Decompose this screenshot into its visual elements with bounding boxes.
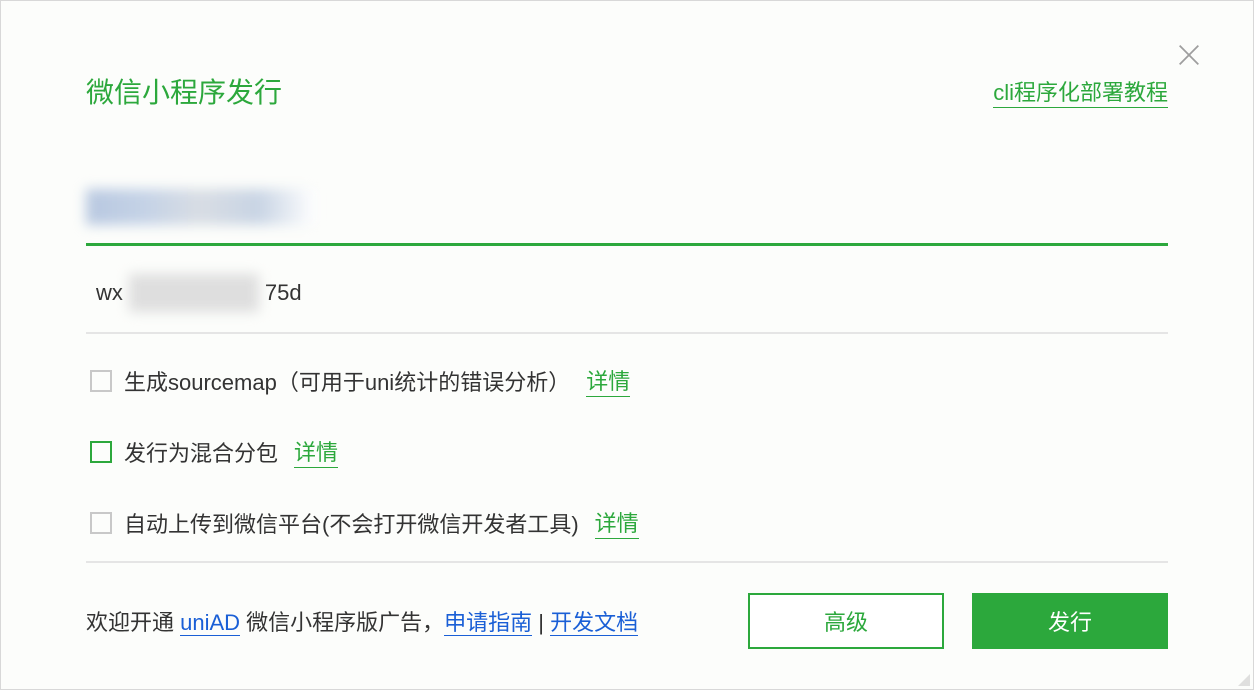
sourcemap-detail-link[interactable]: 详情 (586, 364, 630, 397)
auto-upload-detail-link[interactable]: 详情 (595, 506, 639, 539)
appid-prefix: wx (96, 280, 127, 306)
uniad-link[interactable]: uniAD (180, 610, 240, 636)
sourcemap-checkbox-row: 生成sourcemap（可用于uni统计的错误分析） 详情 (86, 364, 1168, 397)
apply-guide-link[interactable]: 申请指南 (444, 610, 532, 636)
auto-upload-checkbox[interactable] (90, 512, 112, 534)
sourcemap-label: 生成sourcemap（可用于uni统计的错误分析） (124, 365, 570, 397)
appid-suffix: 75d (261, 280, 302, 306)
dialog-footer: 欢迎开通 uniAD 微信小程序版广告，申请指南 | 开发文档 高级 发行 (86, 561, 1168, 649)
hybrid-label: 发行为混合分包 (124, 436, 278, 468)
auto-upload-checkbox-row: 自动上传到微信平台(不会打开微信开发者工具) 详情 (86, 506, 1168, 539)
sourcemap-checkbox[interactable] (90, 370, 112, 392)
close-icon[interactable] (1175, 41, 1203, 69)
welcome-prefix: 欢迎开通 (86, 610, 180, 635)
footer-buttons: 高级 发行 (748, 593, 1168, 649)
hybrid-detail-link[interactable]: 详情 (294, 435, 338, 468)
appid-input-row[interactable]: wx 75d (86, 254, 1168, 334)
resize-handle-icon[interactable] (1236, 672, 1250, 686)
tutorial-link[interactable]: cli程序化部署教程 (993, 75, 1168, 108)
separator: | (532, 610, 550, 635)
dialog-header: 微信小程序发行 cli程序化部署教程 (86, 71, 1168, 111)
auto-upload-label: 自动上传到微信平台(不会打开微信开发者工具) (124, 507, 579, 539)
publish-button[interactable]: 发行 (972, 593, 1168, 649)
dialog-title: 微信小程序发行 (86, 71, 282, 111)
hybrid-checkbox[interactable] (90, 441, 112, 463)
app-name-redacted (86, 189, 316, 225)
dev-docs-link[interactable]: 开发文档 (550, 610, 638, 636)
welcome-mid: 微信小程序版广告， (240, 610, 444, 635)
footer-text: 欢迎开通 uniAD 微信小程序版广告，申请指南 | 开发文档 (86, 605, 638, 637)
hybrid-checkbox-row: 发行为混合分包 详情 (86, 435, 1168, 468)
appid-redacted (129, 274, 259, 312)
app-name-input-row[interactable] (86, 171, 1168, 246)
advanced-button[interactable]: 高级 (748, 593, 944, 649)
publish-dialog: 微信小程序发行 cli程序化部署教程 wx 75d 生成sourcemap（可用… (1, 1, 1253, 689)
